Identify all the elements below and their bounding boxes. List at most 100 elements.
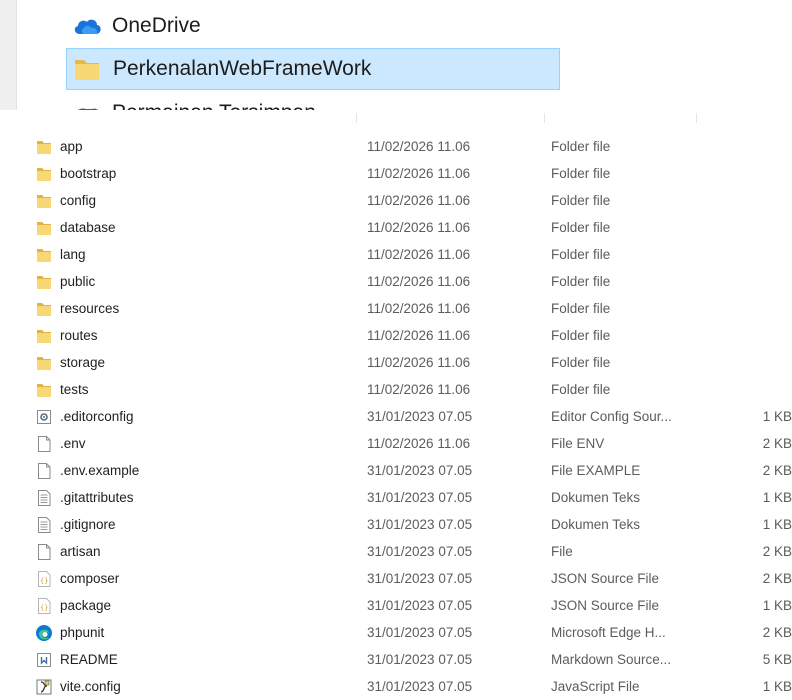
file-type: Microsoft Edge H...	[551, 625, 666, 640]
edge-icon	[35, 624, 53, 642]
nav-item-perkenalanwebframework[interactable]: PerkenalanWebFrameWork	[66, 48, 560, 90]
folder-icon	[73, 54, 113, 84]
file-size: 1 KB	[762, 598, 792, 613]
date-modified: 31/01/2023 07.05	[367, 517, 473, 532]
file-row[interactable]: vite.config 31/01/2023 07.05 JavaScript Fi…	[0, 673, 792, 700]
file-row[interactable]: artisan 31/01/2023 07.05 File 2 KB	[0, 538, 792, 565]
file-row[interactable]: database 11/02/2026 11.06 Folder file	[0, 214, 792, 241]
date-modified: 11/02/2026 11.06	[367, 436, 471, 451]
file-row[interactable]: app 11/02/2026 11.06 Folder file	[0, 133, 792, 160]
file-size: 2 KB	[762, 436, 792, 451]
blank-file-icon	[35, 435, 53, 453]
file-row[interactable]: .env.example 31/01/2023 07.05 File EXAMPLE…	[0, 457, 792, 484]
file-row[interactable]: {} package 31/01/2023 07.05 JSON Source Fil…	[0, 592, 792, 619]
file-row[interactable]: .env 11/02/2026 11.06 File ENV 2 KB	[0, 430, 792, 457]
file-type: Markdown Source...	[551, 652, 672, 667]
folder-icon	[35, 300, 53, 318]
folder-icon	[35, 327, 53, 345]
column-separator[interactable]	[544, 113, 545, 123]
file-row[interactable]: tests 11/02/2026 11.06 Folder file	[0, 376, 792, 403]
markdown-file-icon	[35, 651, 53, 669]
nav-item-onedrive[interactable]: OneDrive	[66, 5, 560, 47]
date-modified: 11/02/2026 11.06	[367, 247, 471, 262]
file-row[interactable]: lang 11/02/2026 11.06 Folder file	[0, 241, 792, 268]
file-type: Folder file	[551, 220, 611, 235]
file-type: Folder file	[551, 274, 611, 289]
file-size: 2 KB	[762, 625, 792, 640]
file-size: 1 KB	[762, 490, 792, 505]
file-type: Dokumen Teks	[551, 490, 641, 505]
date-modified: 31/01/2023 07.05	[367, 463, 473, 478]
file-name: public	[60, 274, 96, 289]
config-file-icon	[35, 408, 53, 426]
folder-icon	[35, 246, 53, 264]
date-modified: 11/02/2026 11.06	[367, 166, 471, 181]
date-modified: 31/01/2023 07.05	[367, 490, 473, 505]
file-row[interactable]: resources 11/02/2026 11.06 Folder file	[0, 295, 792, 322]
date-modified: 31/01/2023 07.05	[367, 544, 473, 559]
nav-scrollbar-track[interactable]	[0, 0, 16, 118]
text-file-icon	[35, 516, 53, 534]
file-name: .env	[60, 436, 86, 451]
nav-item-label: OneDrive	[112, 14, 201, 37]
file-row[interactable]: .editorconfig 31/01/2023 07.05 Editor Conf…	[0, 403, 792, 430]
nav-item-label: PerkenalanWebFrameWork	[113, 57, 372, 80]
file-type: Folder file	[551, 328, 611, 343]
file-row[interactable]: .gitignore 31/01/2023 07.05 Dokumen Teks 1 …	[0, 511, 792, 538]
file-type: JSON Source File	[551, 598, 660, 613]
column-separator[interactable]	[356, 113, 357, 123]
file-name: app	[60, 139, 83, 154]
file-name: bootstrap	[60, 166, 117, 181]
date-modified: 11/02/2026 11.06	[367, 328, 471, 343]
date-modified: 11/02/2026 11.06	[367, 193, 471, 208]
file-size: 2 KB	[762, 463, 792, 478]
file-row[interactable]: README 31/01/2023 07.05 Markdown Source...…	[0, 646, 792, 673]
file-size: 1 KB	[762, 517, 792, 532]
folder-icon	[35, 165, 53, 183]
date-modified: 11/02/2026 11.06	[367, 355, 471, 370]
file-row[interactable]: bootstrap 11/02/2026 11.06 Folder file	[0, 160, 792, 187]
text-file-icon	[35, 489, 53, 507]
file-type: Dokumen Teks	[551, 517, 641, 532]
date-modified: 11/02/2026 11.06	[367, 139, 471, 154]
file-row[interactable]: public 11/02/2026 11.06 Folder file	[0, 268, 792, 295]
file-row[interactable]: routes 11/02/2026 11.06 Folder file	[0, 322, 792, 349]
file-name: config	[60, 193, 97, 208]
file-name: lang	[60, 247, 86, 262]
date-modified: 31/01/2023 07.05	[367, 598, 473, 613]
file-type: Folder file	[551, 166, 611, 181]
date-modified: 11/02/2026 11.06	[367, 220, 471, 235]
file-size: 1 KB	[762, 679, 792, 694]
file-name: package	[60, 598, 112, 613]
file-name: phpunit	[60, 625, 105, 640]
date-modified: 11/02/2026 11.06	[367, 274, 471, 289]
file-size: 5 KB	[762, 652, 792, 667]
nav-divider	[16, 0, 17, 118]
file-row[interactable]: .gitattributes 31/01/2023 07.05 Dokumen Te…	[0, 484, 792, 511]
file-type: Folder file	[551, 139, 611, 154]
file-name: .gitattributes	[60, 490, 134, 505]
file-name: .env.example	[60, 463, 140, 478]
file-name: vite.config	[60, 679, 121, 694]
file-row[interactable]: config 11/02/2026 11.06 Folder file	[0, 187, 792, 214]
date-modified: 31/01/2023 07.05	[367, 652, 473, 667]
file-name: artisan	[60, 544, 101, 559]
folder-icon	[35, 354, 53, 372]
date-modified: 11/02/2026 11.06	[367, 301, 471, 316]
file-size: 2 KB	[762, 571, 792, 586]
column-separator[interactable]	[696, 113, 697, 123]
file-type: Folder file	[551, 355, 611, 370]
folder-icon	[35, 219, 53, 237]
file-size: 2 KB	[762, 544, 792, 559]
file-row[interactable]: phpunit 31/01/2023 07.05 Microsoft Edge H.…	[0, 619, 792, 646]
file-name: database	[60, 220, 116, 235]
file-row[interactable]: {} composer 31/01/2023 07.05 JSON Source Fi…	[0, 565, 792, 592]
file-name: resources	[60, 301, 120, 316]
js-file-icon	[35, 678, 53, 696]
file-list: app 11/02/2026 11.06 Folder file bootstrap 1…	[0, 133, 792, 700]
file-row[interactable]: storage 11/02/2026 11.06 Folder file	[0, 349, 792, 376]
file-type: File ENV	[551, 436, 605, 451]
folder-icon	[35, 138, 53, 156]
file-name: storage	[60, 355, 106, 370]
cloud-icon	[72, 11, 112, 41]
